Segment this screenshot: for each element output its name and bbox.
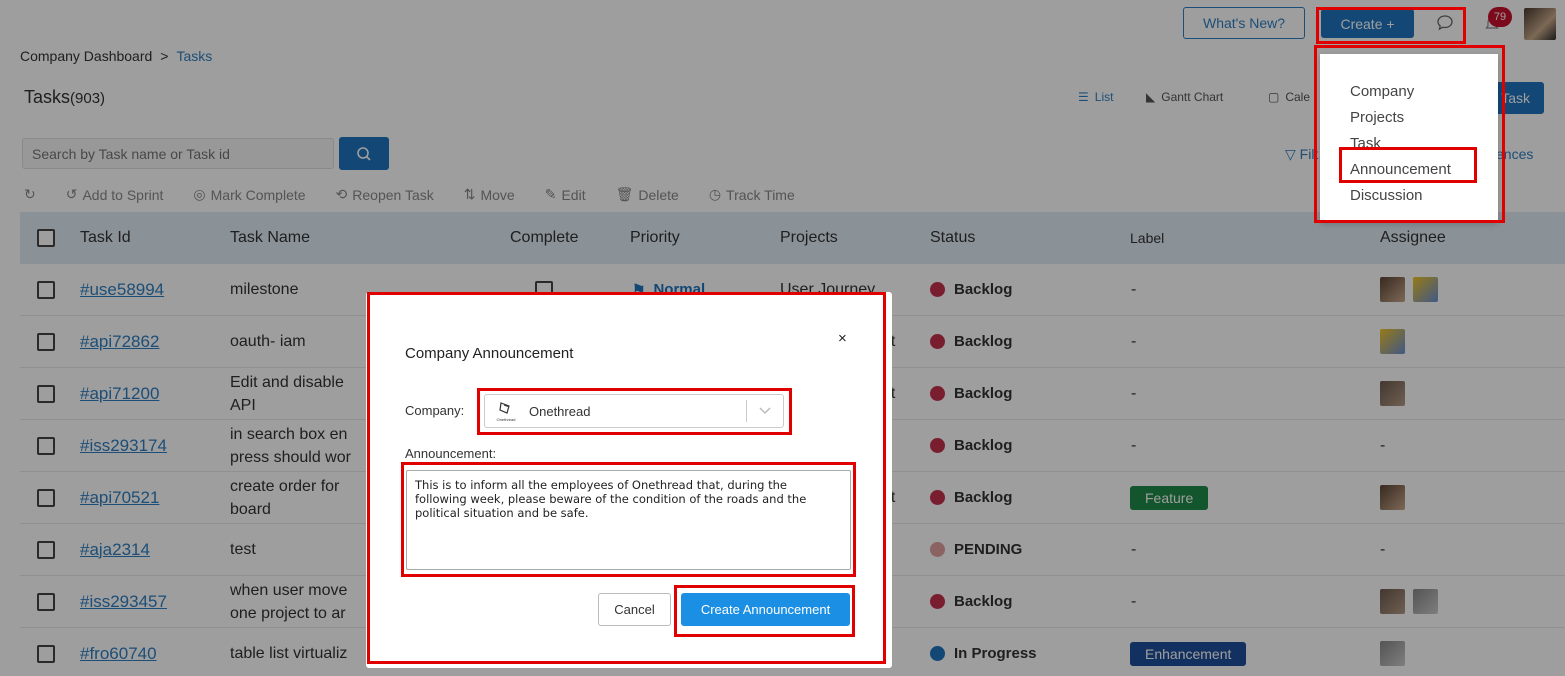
menu-item-discussion[interactable]: Discussion [1320, 182, 1498, 208]
onethread-logo-icon: Onethread [497, 402, 516, 422]
company-select-value: Onethread [529, 403, 591, 419]
announcement-modal: Company Announcement × Company: Onethrea… [366, 292, 892, 668]
menu-item-company[interactable]: Company [1320, 78, 1498, 104]
company-label: Company: [405, 403, 465, 418]
announcement-textarea[interactable]: This is to inform all the employees of O… [406, 470, 851, 570]
create-dropdown-menu: Company Projects Task Announcement Discu… [1320, 54, 1498, 222]
announcement-label: Announcement: [405, 446, 497, 461]
menu-item-announcement[interactable]: Announcement [1320, 156, 1498, 182]
logo-wordmark: Onethread [497, 417, 516, 422]
chevron-down-icon[interactable] [747, 407, 783, 415]
close-icon[interactable]: × [838, 330, 847, 347]
menu-item-projects[interactable]: Projects [1320, 104, 1498, 130]
modal-title: Company Announcement [405, 345, 574, 362]
cancel-button[interactable]: Cancel [598, 593, 671, 626]
create-announcement-button[interactable]: Create Announcement [681, 593, 850, 626]
company-select[interactable]: Onethread Onethread [484, 394, 784, 428]
menu-item-task[interactable]: Task [1320, 130, 1498, 156]
